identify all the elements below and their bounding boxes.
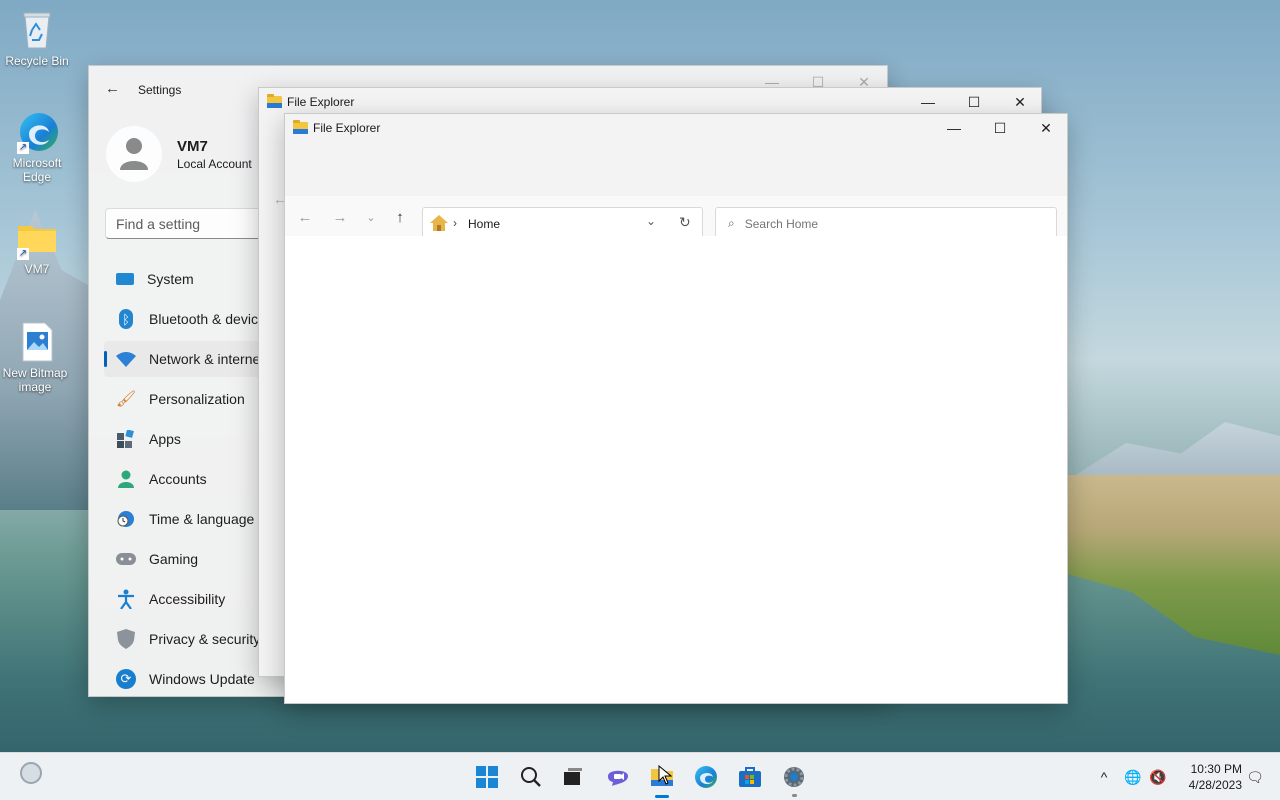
taskbar: ^ 🌐 🔇 10:30 PM 4/28/2023 🗨 [0, 752, 1280, 800]
recent-locations-button[interactable]: ⌄ [358, 206, 384, 228]
person-icon [120, 138, 148, 170]
nav-label: Bluetooth & devices [149, 311, 273, 327]
nav-label: Gaming [149, 551, 199, 567]
chat-button[interactable] [600, 759, 636, 795]
chat-icon [608, 770, 628, 786]
desktop-icon-bitmap[interactable]: New Bitmap image [0, 320, 74, 394]
nav-label: Accounts [149, 471, 207, 487]
clock[interactable]: 10:30 PM 4/28/2023 [1176, 761, 1242, 793]
settings-icon [784, 767, 804, 787]
nav-label: System [147, 271, 194, 287]
gamepad-icon [116, 549, 136, 569]
folder-icon: ↗ [15, 216, 59, 260]
wallpaper-distant-mountain [1060, 422, 1280, 485]
window-title: File Explorer [313, 121, 381, 135]
taskbar-store[interactable] [732, 759, 768, 795]
widgets-icon[interactable] [20, 762, 42, 784]
back-button[interactable]: ← [292, 206, 318, 228]
file-explorer-icon [267, 94, 282, 108]
content-pane[interactable] [285, 236, 1067, 703]
search-icon: ⌕ [728, 216, 735, 230]
start-icon [476, 766, 498, 788]
nav-label: Windows Update [149, 671, 255, 687]
minimize-button[interactable]: — [931, 114, 977, 142]
taskbar-search-button[interactable] [513, 759, 549, 795]
desktop-icon-recycle-bin[interactable]: Recycle Bin [0, 8, 74, 68]
shield-icon [116, 629, 136, 649]
desktop-icon-label: Microsoft Edge [12, 156, 62, 184]
address-dropdown-icon[interactable]: ⌄ [646, 214, 656, 228]
edge-icon: ↗ [15, 110, 59, 154]
user-name: VM7 [177, 138, 208, 155]
date: 4/28/2023 [1188, 778, 1242, 792]
home-icon [430, 215, 448, 234]
task-view-button[interactable] [555, 759, 591, 795]
up-button[interactable]: ↑ [387, 206, 413, 228]
bitmap-file-icon [15, 320, 59, 364]
wifi-icon [116, 349, 136, 369]
maximize-button[interactable]: ☐ [977, 114, 1023, 142]
nav-label: Apps [149, 431, 181, 447]
sync-icon: ⟳ [116, 669, 136, 689]
taskbar-edge[interactable] [688, 759, 724, 795]
window-title: Settings [138, 83, 182, 97]
apps-icon [116, 429, 136, 449]
titlebar[interactable]: File Explorer — ☐ ✕ [285, 114, 1067, 142]
close-button[interactable]: ✕ [1023, 114, 1069, 142]
forward-button[interactable]: → [327, 206, 353, 228]
window-title: File Explorer [287, 95, 355, 109]
refresh-icon[interactable]: ↻ [679, 214, 691, 231]
person-icon [116, 469, 136, 489]
shortcut-arrow-icon: ↗ [17, 248, 29, 260]
desktop-icon-edge[interactable]: ↗ Microsoft Edge [0, 110, 74, 184]
taskbar-settings[interactable] [776, 759, 812, 797]
nav-label: Personalization [149, 391, 245, 407]
user-avatar[interactable] [106, 126, 162, 182]
nav-label: Privacy & security [149, 631, 261, 647]
task-view-icon [564, 768, 582, 785]
recycle-bin-icon [15, 8, 59, 52]
command-bar [285, 142, 1067, 196]
store-icon [739, 767, 761, 787]
show-hidden-icons-button[interactable]: ^ [1094, 753, 1114, 800]
breadcrumb[interactable]: Home [468, 217, 500, 231]
nav-label: Accessibility [149, 591, 226, 607]
navigation-bar: ← → ⌄ ↑ › Home ⌄ ↻ ⌕ [285, 196, 1067, 240]
clock-globe-icon [116, 509, 136, 529]
maximize-button[interactable]: ☐ [951, 88, 997, 116]
paintbrush-icon: 🖌 [115, 391, 137, 408]
start-button[interactable] [469, 759, 505, 795]
nav-label: Network & internet [149, 351, 265, 367]
breadcrumb-separator: › [453, 216, 457, 230]
nav-label: Time & language [149, 511, 255, 527]
running-indicator [792, 794, 797, 797]
desktop-icon-label: VM7 [24, 262, 50, 276]
edge-icon [695, 766, 717, 788]
find-setting-placeholder: Find a setting [116, 216, 201, 232]
mouse-cursor-icon [658, 765, 672, 785]
time: 10:30 PM [1190, 762, 1242, 776]
file-explorer-icon [293, 120, 308, 134]
monitor-icon [116, 273, 134, 285]
wallpaper-grassland [1068, 475, 1280, 655]
active-indicator [655, 795, 669, 798]
file-explorer-window[interactable]: File Explorer — ☐ ✕ ← → ⌄ ↑ › Home ⌄ ↻ ⌕ [284, 113, 1068, 704]
titlebar[interactable]: File Explorer — ☐ ✕ [259, 88, 1041, 116]
desktop-icon-label: Recycle Bin [5, 54, 69, 68]
network-globe-icon[interactable]: 🌐 [1122, 753, 1144, 800]
notifications-icon[interactable]: 🗨 [1244, 753, 1266, 800]
bluetooth-icon: ᛒ [119, 309, 133, 329]
desktop-icon-vm7-folder[interactable]: ↗ VM7 [0, 216, 74, 276]
back-arrow-icon[interactable]: ← [105, 80, 120, 97]
minimize-button[interactable]: — [905, 88, 951, 116]
volume-muted-icon[interactable]: 🔇 [1147, 753, 1169, 800]
search-icon [521, 767, 541, 787]
accessibility-icon [116, 589, 136, 609]
account-type: Local Account [177, 157, 252, 171]
desktop-icon-label: New Bitmap image [2, 366, 68, 394]
shortcut-arrow-icon: ↗ [17, 142, 29, 154]
search-input[interactable] [744, 216, 1045, 231]
close-button[interactable]: ✕ [997, 88, 1043, 116]
